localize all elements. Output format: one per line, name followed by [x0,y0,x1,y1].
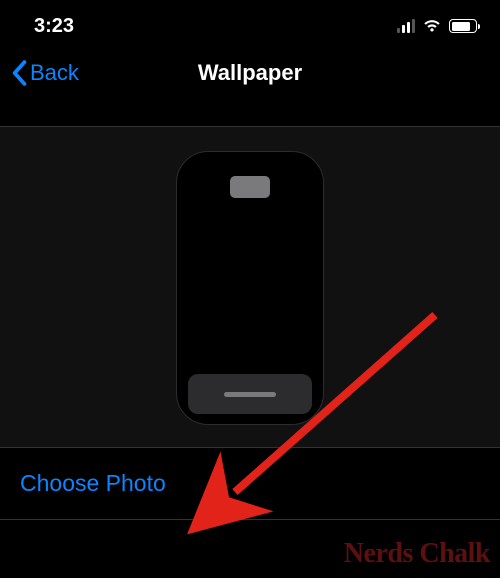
nav-bar: Back Wallpaper [0,48,500,98]
status-indicators [397,19,480,33]
status-bar: 3:23 [0,0,500,48]
device-wallpaper-preview[interactable] [176,151,324,425]
wallpaper-preview-section [0,126,500,448]
preview-dock [188,374,312,414]
preview-home-indicator [224,392,276,397]
back-label: Back [30,60,79,86]
wifi-icon [422,19,442,33]
chevron-left-icon [10,60,28,86]
status-time: 3:23 [34,15,74,38]
page-title: Wallpaper [198,60,302,86]
battery-icon [449,19,480,33]
choose-photo-button[interactable]: Choose Photo [0,448,500,520]
cellular-signal-icon [397,19,415,33]
preview-notch [230,176,270,198]
back-button[interactable]: Back [10,60,79,86]
watermark-text: Nerds Chalk [344,538,490,570]
